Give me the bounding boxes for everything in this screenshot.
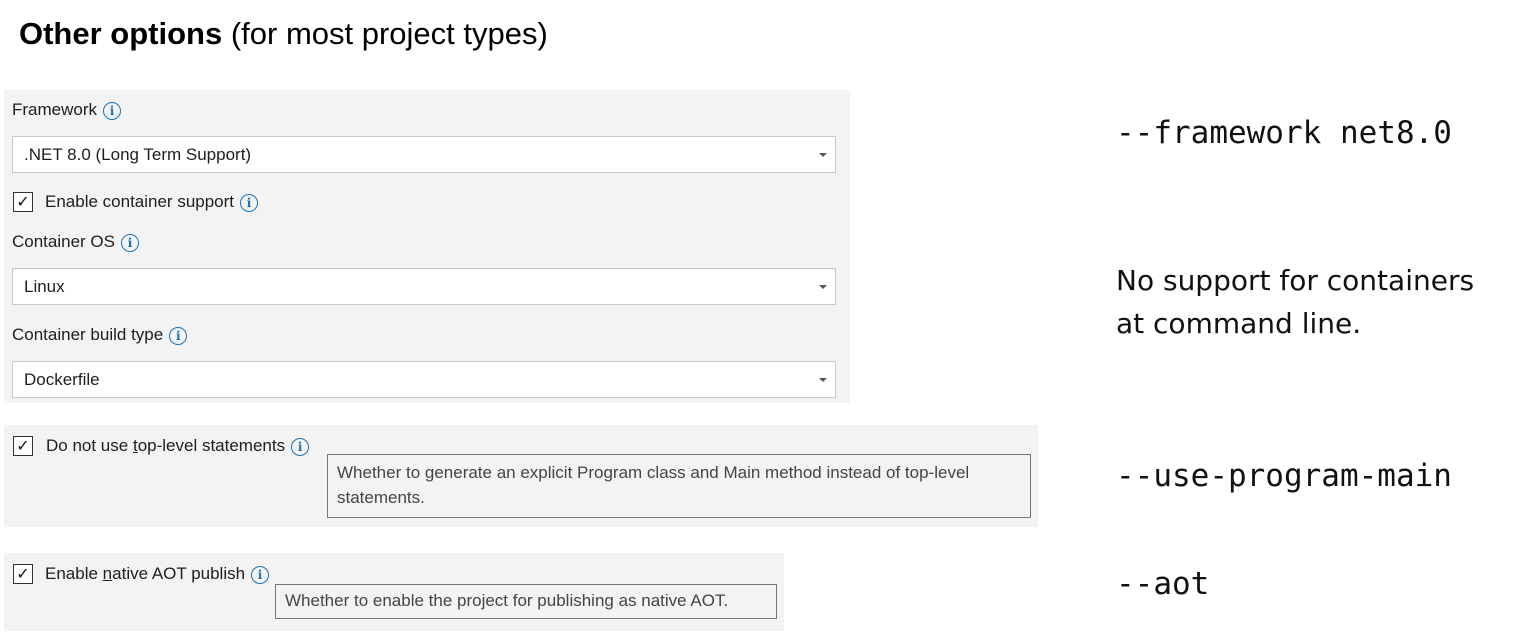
enable-container-support-label[interactable]: Enable container support: [45, 192, 234, 211]
container-os-label: Container OS: [12, 232, 115, 251]
info-icon[interactable]: i: [291, 437, 310, 456]
framework-dropdown-value: .NET 8.0 (Long Term Support): [24, 145, 252, 164]
native-aot-label[interactable]: Enable native AOT publish: [45, 564, 245, 583]
native-aot-checkbox[interactable]: ✓: [13, 564, 33, 584]
container-os-label-row: Container OS i: [12, 231, 139, 253]
container-os-dropdown-value: Linux: [24, 277, 65, 296]
use-program-main-cli-note: --use-program-main: [1116, 458, 1452, 494]
note-line: No support for containers: [1116, 264, 1475, 297]
info-icon[interactable]: i: [240, 193, 259, 212]
info-icon[interactable]: i: [103, 101, 122, 120]
framework-label-row: Framework i: [12, 99, 122, 121]
label-text: op-level statements: [137, 436, 286, 455]
chevron-down-icon: [819, 378, 827, 382]
native-aot-tooltip: Whether to enable the project for publis…: [275, 584, 777, 619]
native-aot-panel: ✓ Enable native AOT publish i Whether to …: [4, 553, 784, 631]
container-build-type-dropdown-value: Dockerfile: [24, 370, 100, 389]
access-key: n: [102, 564, 113, 583]
chevron-down-icon: [819, 285, 827, 289]
page-title-bold: Other options: [19, 16, 223, 51]
container-build-type-label: Container build type: [12, 325, 164, 344]
native-aot-label-row: Enable native AOT publish i: [45, 563, 270, 585]
tooltip-line: Whether to generate an explicit Program …: [337, 463, 970, 482]
container-os-dropdown[interactable]: Linux: [12, 268, 836, 305]
framework-dropdown[interactable]: .NET 8.0 (Long Term Support): [12, 136, 836, 173]
checkmark-icon: ✓: [16, 436, 30, 455]
top-level-statements-tooltip: Whether to generate an explicit Program …: [327, 454, 1031, 518]
info-icon[interactable]: i: [121, 233, 139, 252]
top-level-statements-label[interactable]: Do not use top-level statements: [46, 436, 285, 455]
tooltip-text: Whether to enable the project for publis…: [285, 591, 729, 610]
chevron-down-icon: [819, 153, 827, 157]
top-level-statements-panel: ✓ Do not use top-level statements i Wheth…: [4, 425, 1038, 527]
checkmark-icon: ✓: [16, 192, 30, 211]
container-support-label-row: Enable container support i: [45, 191, 259, 213]
label-text: ative AOT publish: [112, 564, 246, 583]
framework-cli-note: --framework net8.0: [1116, 115, 1452, 151]
tooltip-line: statements.: [337, 488, 425, 507]
info-icon[interactable]: i: [169, 326, 188, 345]
page-title-subtitle: (for most project types): [222, 16, 548, 51]
top-level-statements-checkbox[interactable]: ✓: [13, 436, 33, 456]
framework-label: Framework: [12, 100, 98, 119]
checkmark-icon: ✓: [16, 564, 30, 583]
project-options-panel: Framework i .NET 8.0 (Long Term Support) …: [4, 90, 850, 403]
containers-cli-note: No support for containers at command lin…: [1116, 259, 1526, 345]
top-level-statements-label-row: Do not use top-level statements i: [46, 435, 310, 457]
label-text: Do not use: [46, 436, 133, 455]
page-title: Other options (for most project types): [19, 14, 548, 54]
note-line: at command line.: [1116, 307, 1362, 340]
aot-cli-note: --aot: [1116, 566, 1210, 602]
container-build-type-label-row: Container build type i: [12, 324, 188, 346]
info-icon[interactable]: i: [251, 565, 270, 584]
enable-container-support-checkbox[interactable]: ✓: [13, 192, 33, 212]
container-build-type-dropdown[interactable]: Dockerfile: [12, 361, 836, 398]
label-text: Enable: [45, 564, 103, 583]
